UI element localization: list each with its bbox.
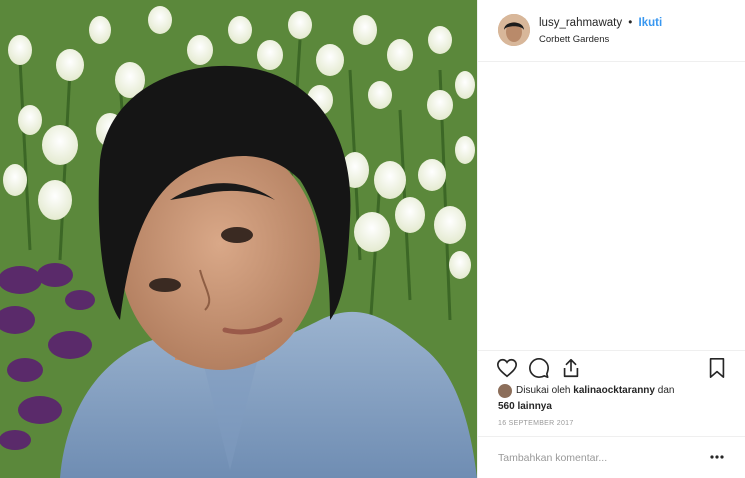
liker-avatar[interactable] [498, 384, 512, 398]
heart-icon[interactable] [496, 357, 518, 379]
comment-icon[interactable] [528, 357, 550, 379]
share-icon[interactable] [560, 357, 582, 379]
instagram-post: lusy_rahmawaty • Ikuti Corbett Gardens D… [0, 0, 745, 478]
comment-input[interactable]: Tambahkan komentar... [498, 452, 607, 464]
action-bar [478, 350, 745, 384]
liker-username[interactable]: kalinaocktaranny [573, 385, 655, 396]
separator-dot: • [628, 17, 633, 29]
likes-conj: dan [657, 385, 675, 396]
likes-prefix: Disukai oleh [516, 385, 571, 396]
user-avatar[interactable] [498, 14, 530, 46]
likes-count-link[interactable]: 560 lainnya [498, 399, 552, 414]
likes-text: Disukai oleh kalinaocktaranny dan [516, 383, 731, 398]
follow-button[interactable]: Ikuti [639, 17, 663, 29]
post-header: lusy_rahmawaty • Ikuti Corbett Gardens [478, 0, 745, 62]
user-line: lusy_rahmawaty • Ikuti [539, 17, 662, 29]
post-photo[interactable] [0, 0, 477, 478]
username-link[interactable]: lusy_rahmawaty [539, 17, 622, 29]
location-link[interactable]: Corbett Gardens [539, 34, 609, 45]
post-date: 16 SEPTEMBER 2017 [498, 420, 574, 427]
bookmark-icon[interactable] [706, 357, 728, 379]
more-icon[interactable] [710, 451, 724, 463]
comment-bar: Tambahkan komentar... [478, 436, 745, 478]
post-side-panel: lusy_rahmawaty • Ikuti Corbett Gardens D… [477, 0, 745, 478]
